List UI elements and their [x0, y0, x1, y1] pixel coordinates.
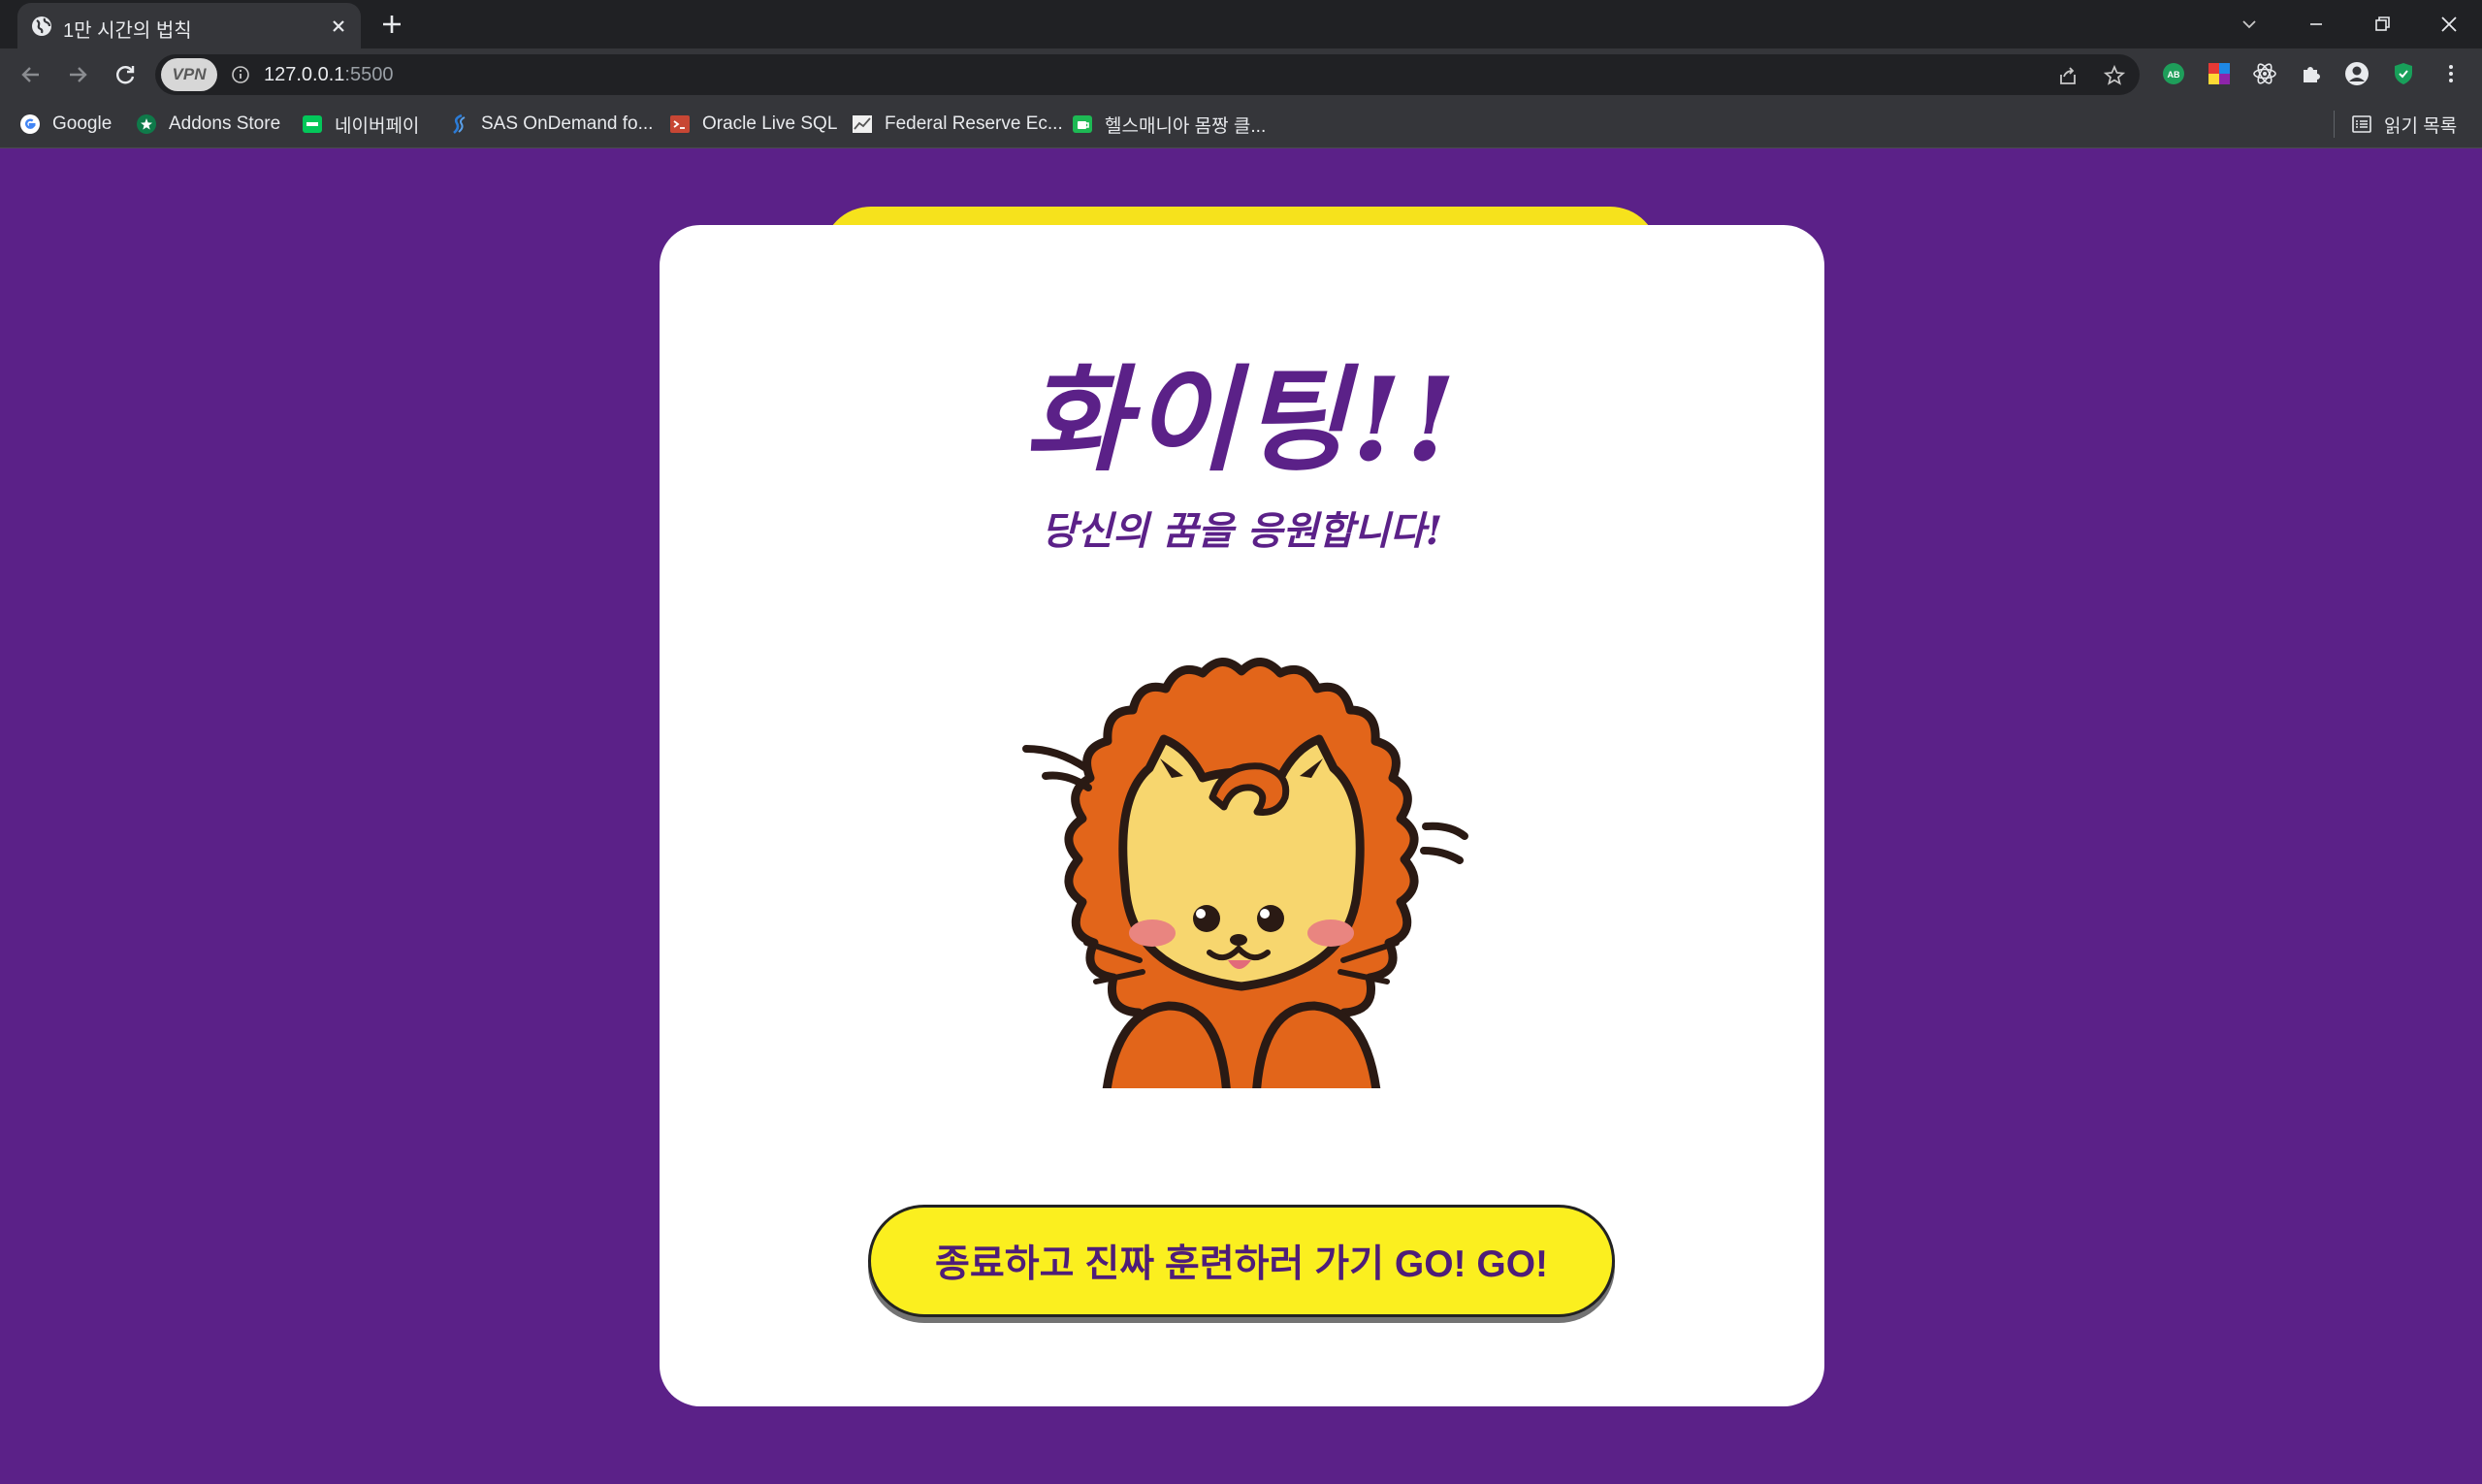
naver-pay-icon — [303, 115, 322, 133]
address-bar[interactable]: VPN 127.0.0.1:5500 — [155, 54, 2140, 95]
bookmark-label: Addons Store — [169, 113, 281, 134]
bookmark-sas-ondemand[interactable]: SAS OnDemand fo... — [448, 111, 653, 138]
browser-tab[interactable]: 1만 시간의 법칙 — [17, 3, 361, 48]
adblock-extension-icon[interactable]: AB — [2161, 61, 2186, 86]
page-title: 화이팅!! — [1023, 352, 1461, 487]
bookmarks-bar: Google Addons Store 네이버페이 SAS OnDemand f… — [0, 101, 2482, 148]
svg-text:AB: AB — [2168, 70, 2180, 80]
bookmark-label: SAS OnDemand fo... — [481, 113, 654, 134]
bookmark-addons-store[interactable]: Addons Store — [136, 111, 280, 138]
profile-avatar-icon[interactable] — [2344, 61, 2369, 86]
bookmark-star-icon[interactable] — [2103, 64, 2126, 87]
globe-icon — [32, 16, 51, 36]
browser-menu-icon[interactable] — [2438, 61, 2464, 86]
bookmark-healthmania[interactable]: 헬스매니아 몸짱 클... — [1072, 111, 1266, 138]
reload-icon[interactable] — [112, 61, 139, 88]
quit-and-train-button[interactable]: 종료하고 진짜 훈련하러 가기 GO! GO! — [868, 1205, 1615, 1317]
google-icon — [20, 114, 40, 134]
color-picker-extension-icon[interactable] — [2207, 61, 2232, 86]
close-tab-icon[interactable] — [328, 16, 349, 37]
reading-list-label: 읽기 목록 — [2384, 115, 2458, 137]
back-icon[interactable] — [17, 61, 45, 88]
bookmark-naver-pay[interactable]: 네이버페이 — [302, 111, 419, 138]
bookmark-label: Oracle Live SQL — [702, 113, 838, 134]
tab-title: 1만 시간의 법칙 — [63, 20, 192, 42]
browser-toolbar: VPN 127.0.0.1:5500 AB — [0, 48, 2482, 101]
addons-store-icon — [137, 114, 156, 134]
lion-mascot-image — [1022, 658, 1468, 1088]
tab-bar: 1만 시간의 법칙 — [0, 0, 2482, 48]
bookmark-label: Federal Reserve Ec... — [885, 113, 1063, 134]
bookmark-google[interactable]: Google — [19, 111, 112, 138]
reading-list-button[interactable]: 읽기 목록 — [2351, 111, 2457, 138]
healthmania-icon — [1073, 115, 1092, 133]
security-shield-icon[interactable] — [2391, 61, 2416, 86]
extensions-puzzle-icon[interactable] — [2299, 61, 2324, 86]
bookmark-label: 헬스매니아 몸짱 클... — [1105, 115, 1267, 137]
oracle-icon — [670, 115, 690, 133]
tab-search-chevron-icon[interactable] — [2235, 10, 2264, 39]
close-window-icon[interactable] — [2434, 10, 2464, 39]
url-port: :5500 — [344, 64, 394, 85]
fred-icon — [853, 115, 872, 133]
new-tab-icon[interactable] — [380, 13, 403, 36]
sas-icon — [453, 113, 466, 134]
bookmark-label: Google — [52, 113, 113, 134]
share-icon[interactable] — [2056, 64, 2079, 87]
bookmark-label: 네이버페이 — [335, 115, 420, 137]
bookmarks-divider — [2334, 111, 2335, 138]
minimize-icon[interactable] — [2302, 10, 2331, 39]
forward-icon[interactable] — [64, 61, 91, 88]
cheer-card: 화이팅!! 당신의 꿈을 응원합니다! 종료하고 진짜 훈련하러 가기 GO! … — [660, 225, 1824, 1406]
vpn-badge[interactable]: VPN — [161, 58, 217, 91]
page-viewport: 화이팅!! 당신의 꿈을 응원합니다! 종료하고 진짜 훈련하러 가기 GO! … — [0, 148, 2482, 1484]
react-devtools-icon[interactable] — [2252, 61, 2277, 86]
site-info-icon[interactable] — [231, 65, 250, 84]
restore-icon[interactable] — [2368, 10, 2397, 39]
url-host: 127.0.0.1 — [264, 64, 345, 85]
bookmark-oracle-live-sql[interactable]: Oracle Live SQL — [669, 111, 837, 138]
bookmark-federal-reserve[interactable]: Federal Reserve Ec... — [852, 111, 1063, 138]
url-text: 127.0.0.1:5500 — [264, 64, 393, 86]
page-subtitle: 당신의 꿈을 응원합니다! — [1041, 508, 1443, 554]
reading-list-icon — [2352, 115, 2371, 133]
